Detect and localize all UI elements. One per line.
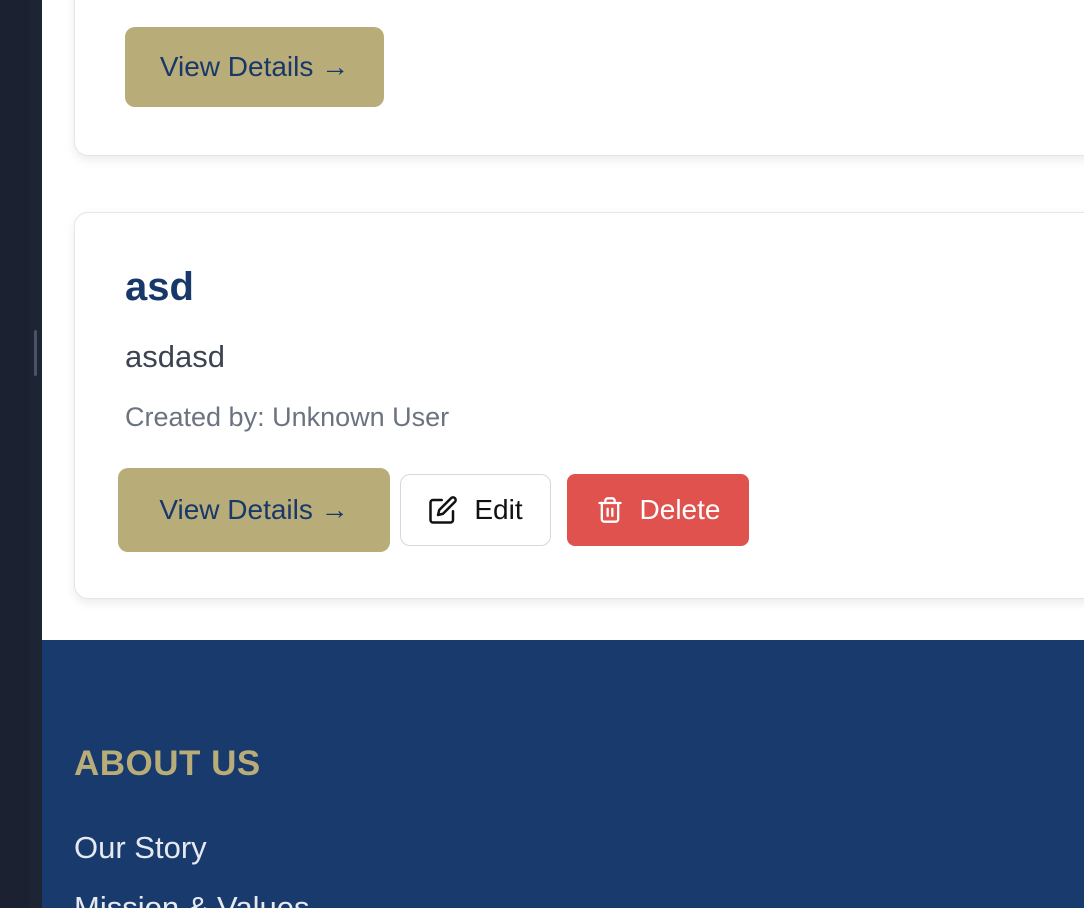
side-panel-strip — [0, 0, 42, 908]
delete-button-label: Delete — [639, 494, 721, 525]
edit-button[interactable]: Edit — [400, 474, 551, 546]
card-title: asd — [125, 265, 194, 309]
footer-link-mission-values[interactable]: Mission & Values — [74, 890, 309, 908]
delete-button[interactable]: Delete — [567, 474, 749, 546]
card-description: asdasd — [125, 339, 225, 374]
site-footer: ABOUT US Our Story Mission & Values — [42, 640, 1084, 908]
footer-link-our-story[interactable]: Our Story — [74, 830, 207, 866]
edit-button-label: Edit — [474, 494, 523, 525]
item-card: View Details → — [74, 0, 1084, 156]
trash-icon — [597, 497, 622, 523]
card-created-by: Created by: Unknown User — [125, 402, 450, 432]
view-details-button[interactable]: View Details → — [125, 27, 384, 107]
side-panel — [0, 0, 30, 908]
footer-heading-about: ABOUT US — [74, 744, 261, 783]
main-content: View Details → asd asdasd Created by: Un… — [42, 0, 1084, 640]
item-card: asd asdasd Created by: Unknown User View… — [74, 212, 1084, 599]
view-details-button[interactable]: View Details → — [118, 468, 390, 552]
edit-icon — [429, 496, 458, 524]
resize-handle[interactable] — [34, 330, 37, 376]
